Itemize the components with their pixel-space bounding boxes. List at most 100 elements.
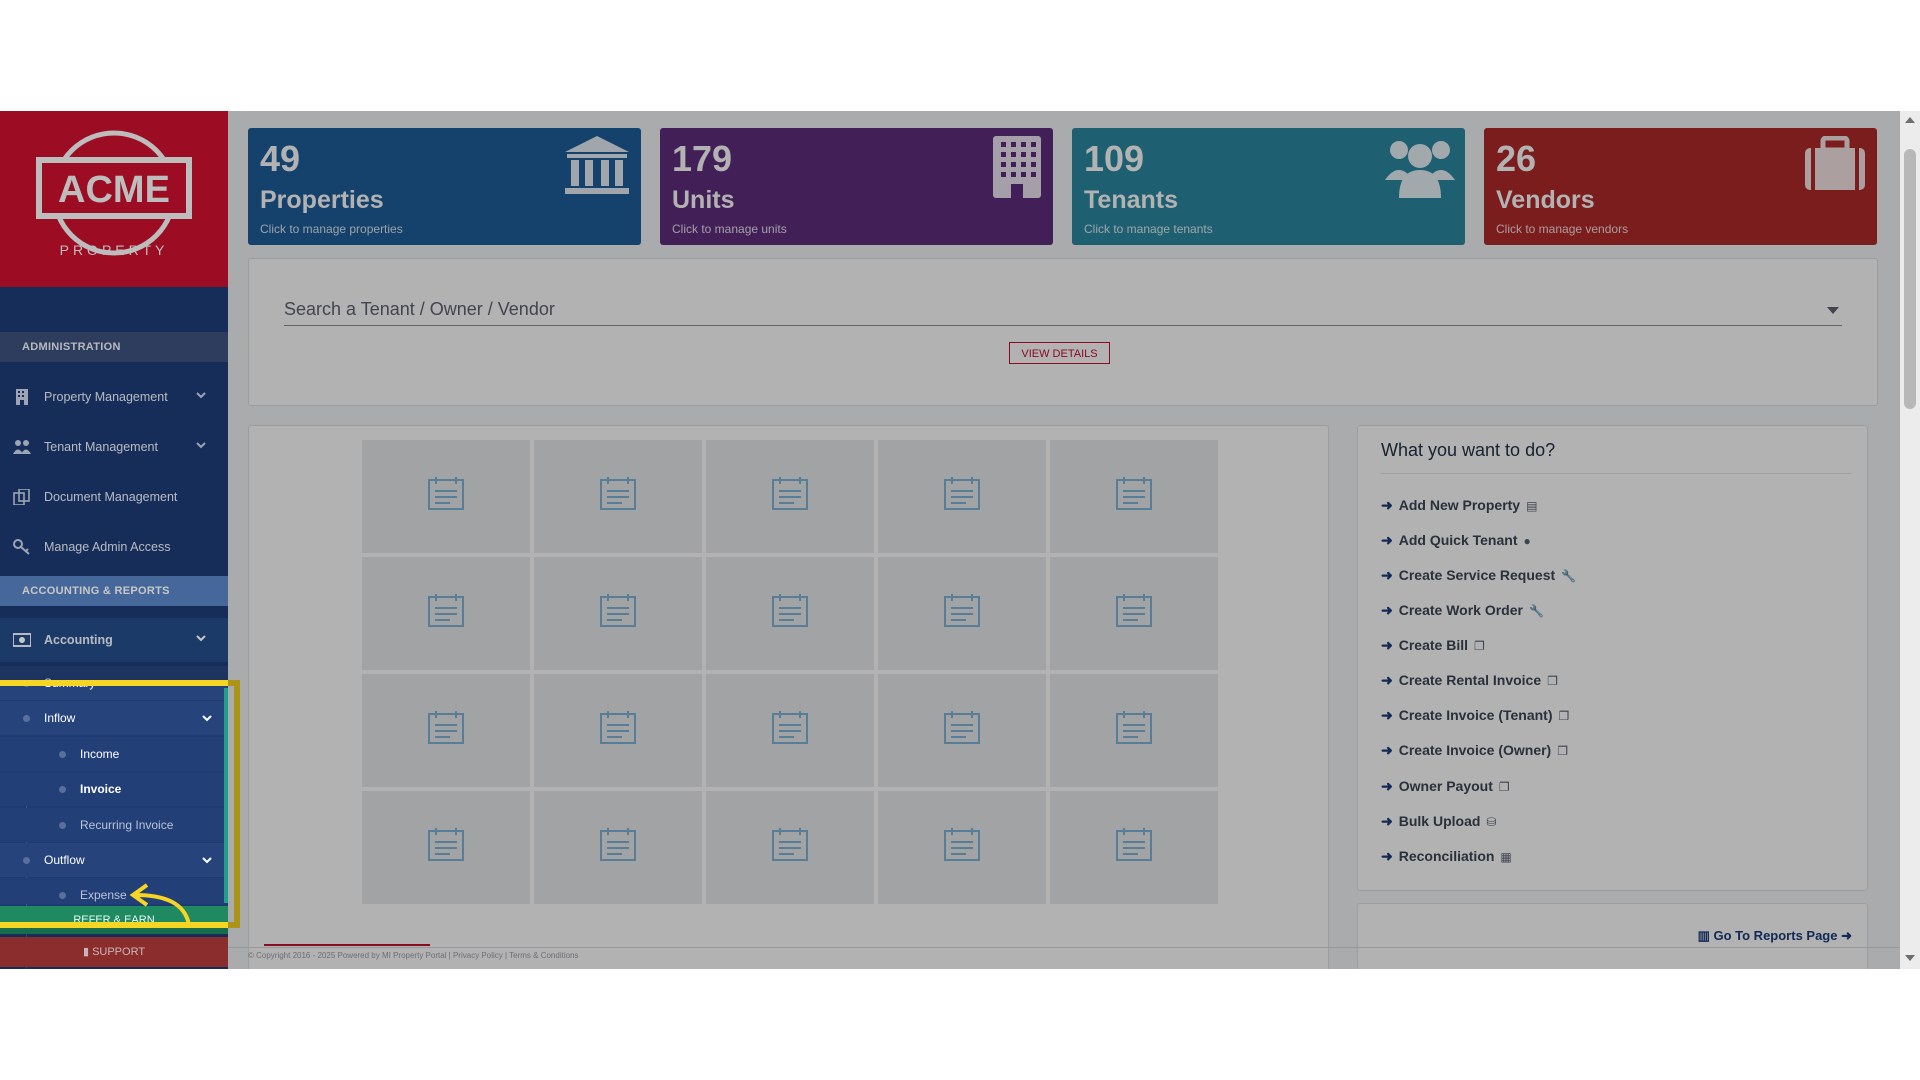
document-icon xyxy=(772,828,808,861)
link-label: Add New Property xyxy=(1398,497,1521,513)
card-label: Properties xyxy=(260,186,384,214)
placeholder-tile xyxy=(706,791,874,904)
create-invoice-owner-link[interactable]: ➜ Create Invoice (Owner) ❐ xyxy=(1381,742,1568,759)
bank-icon xyxy=(565,136,629,194)
create-work-order-link[interactable]: ➜ Create Work Order 🔧 xyxy=(1381,602,1544,619)
arrow-right-icon: ➜ xyxy=(1381,602,1393,618)
sidebar-item-manage-admin-access[interactable]: Manage Admin Access xyxy=(0,525,228,569)
bar-chart-icon: ▥ xyxy=(1697,928,1714,943)
owner-payout-link[interactable]: ➜ Owner Payout ❐ xyxy=(1381,778,1510,795)
placeholder-tile xyxy=(534,674,702,787)
sidebar-item-label: Document Management xyxy=(44,490,178,504)
arrow-right-icon: ➜ xyxy=(1381,637,1393,653)
sidebar-item-document-management[interactable]: Document Management xyxy=(0,475,228,519)
create-rental-invoice-link[interactable]: ➜ Create Rental Invoice ❐ xyxy=(1381,672,1558,689)
search-input[interactable]: Search a Tenant / Owner / Vendor xyxy=(284,299,555,320)
placeholder-tile xyxy=(534,791,702,904)
key-icon xyxy=(13,539,30,555)
acme-logo-icon: ACME PROPERTY xyxy=(36,130,192,258)
add-new-property-link[interactable]: ➜ Add New Property ▤ xyxy=(1381,497,1537,514)
document-icon xyxy=(600,828,636,861)
sidebar-item-tenant-management[interactable]: Tenant Management xyxy=(0,425,228,469)
arrow-right-icon: ➜ xyxy=(1381,707,1393,723)
vendors-card[interactable]: 26 Vendors Click to manage vendors xyxy=(1484,128,1877,245)
highlight-box xyxy=(0,680,240,928)
placeholder-tile xyxy=(706,557,874,670)
arrow-right-icon: ➜ xyxy=(1381,778,1393,794)
briefcase-icon xyxy=(1805,136,1865,190)
footer-text: © Copyright 2016 - 2025 Powered by MI Pr… xyxy=(248,951,579,960)
card-sub: Click to manage properties xyxy=(260,222,403,236)
chevron-down-icon xyxy=(196,442,206,449)
create-invoice-tenant-link[interactable]: ➜ Create Invoice (Tenant) ❐ xyxy=(1381,707,1569,724)
go-to-reports-link[interactable]: ▥ Go To Reports Page ➜ xyxy=(1698,928,1852,944)
bulk-upload-link[interactable]: ➜ Bulk Upload ⛁ xyxy=(1381,813,1496,830)
vertical-scrollbar[interactable] xyxy=(1900,111,1920,969)
placeholder-tile xyxy=(878,674,1046,787)
quick-actions-panel: What you want to do? ➜ Add New Property ▤ … xyxy=(1357,425,1868,891)
link-label: Add Quick Tenant xyxy=(1398,532,1518,548)
document-icon xyxy=(944,828,980,861)
search-panel: Search a Tenant / Owner / Vendor VIEW DE… xyxy=(248,258,1878,406)
placeholder-tile xyxy=(362,674,530,787)
scroll-down-icon[interactable] xyxy=(1905,955,1915,961)
link-label: Bulk Upload xyxy=(1398,813,1481,829)
document-icon xyxy=(428,828,464,861)
placeholder-tile xyxy=(362,557,530,670)
placeholder-tile xyxy=(362,791,530,904)
placeholder-tile xyxy=(878,791,1046,904)
card-count: 109 xyxy=(1084,138,1145,179)
arrow-right-icon: ➜ xyxy=(1381,532,1393,548)
sidebar-item-accounting[interactable]: Accounting xyxy=(0,618,228,662)
placeholder-tile xyxy=(878,557,1046,670)
placeholder-tile xyxy=(706,440,874,553)
create-bill-link[interactable]: ➜ Create Bill ❐ xyxy=(1381,637,1485,654)
reconciliation-link[interactable]: ➜ Reconciliation ▦ xyxy=(1381,848,1512,865)
divider xyxy=(1381,473,1851,474)
link-label: Create Service Request xyxy=(1398,567,1556,583)
scroll-thumb[interactable] xyxy=(1904,149,1916,409)
scroll-up-icon[interactable] xyxy=(1905,117,1915,123)
caret-down-icon[interactable] xyxy=(1827,307,1839,314)
sidebar-item-label: Accounting xyxy=(44,633,113,647)
card-sub: Click to manage vendors xyxy=(1496,222,1629,236)
tenants-card[interactable]: 109 Tenants Click to manage tenants xyxy=(1072,128,1465,245)
accounting-section-heading: ACCOUNTING & REPORTS xyxy=(0,576,228,606)
support-button[interactable]: ▮ SUPPORT xyxy=(0,937,228,967)
database-icon: ⛁ xyxy=(1486,815,1497,829)
document-icon xyxy=(772,711,808,744)
view-details-button[interactable]: VIEW DETAILS xyxy=(1009,342,1110,364)
document-icon xyxy=(944,711,980,744)
wrench-icon: 🔧 xyxy=(1561,569,1577,583)
card-count: 49 xyxy=(260,138,301,179)
reports-panel: ▥ Go To Reports Page ➜ xyxy=(1357,903,1868,969)
sidebar-item-property-management[interactable]: Property Management xyxy=(0,375,228,419)
link-label: Create Bill xyxy=(1398,637,1468,653)
arrow-right-icon: ➜ xyxy=(1381,672,1393,688)
arrow-right-icon: ➜ xyxy=(1381,813,1393,829)
add-quick-tenant-link[interactable]: ➜ Add Quick Tenant ● xyxy=(1381,532,1531,549)
link-label: Reconciliation xyxy=(1398,848,1495,864)
placeholder-grid xyxy=(362,440,1218,908)
document-icon xyxy=(600,477,636,510)
arrow-right-icon: ➜ xyxy=(1381,742,1393,758)
create-service-request-link[interactable]: ➜ Create Service Request 🔧 xyxy=(1381,567,1576,584)
users-icon xyxy=(1385,141,1455,198)
horizontal-rule xyxy=(228,947,1900,948)
copy-icon: ❐ xyxy=(1558,709,1570,723)
units-card[interactable]: 179 Units Click to manage units xyxy=(660,128,1053,245)
book-icon: ▮ xyxy=(82,946,93,958)
properties-card[interactable]: 49 Properties Click to manage properties xyxy=(248,128,641,245)
document-icon xyxy=(1116,711,1152,744)
copy-icon: ❐ xyxy=(1557,744,1568,758)
app-window: ACME PROPERTY ADMINISTRATION Property Ma… xyxy=(0,111,1920,969)
document-icon xyxy=(772,477,808,510)
logo[interactable]: ACME PROPERTY xyxy=(0,111,228,287)
copy-icon: ❐ xyxy=(1473,639,1485,653)
sidebar-item-label: Tenant Management xyxy=(44,440,158,454)
svg-text:PROPERTY: PROPERTY xyxy=(60,242,169,258)
card-sub: Click to manage units xyxy=(672,222,787,236)
search-underline xyxy=(284,325,1842,326)
users-icon xyxy=(13,440,31,454)
link-label: Create Invoice (Tenant) xyxy=(1398,707,1553,723)
